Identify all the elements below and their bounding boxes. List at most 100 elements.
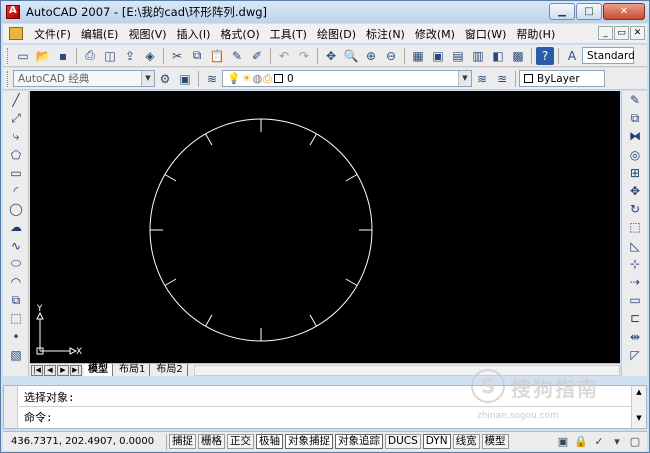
markup-icon[interactable]: ◧ bbox=[489, 47, 507, 65]
tab-model[interactable]: 模型 bbox=[84, 364, 113, 376]
tab-layout1[interactable]: 布局1 bbox=[115, 364, 151, 376]
communication-center-icon[interactable]: ▣ bbox=[555, 434, 571, 449]
help-icon[interactable]: ? bbox=[536, 46, 554, 65]
insert-block-icon[interactable]: ⧉ bbox=[6, 291, 26, 309]
otrack-toggle[interactable]: 对象追踪 bbox=[335, 434, 383, 449]
doc-close-button[interactable]: ✕ bbox=[630, 26, 645, 40]
command-window-grip[interactable] bbox=[4, 386, 18, 428]
ortho-toggle[interactable]: 正交 bbox=[227, 434, 254, 449]
close-button[interactable]: ✕ bbox=[603, 3, 645, 20]
ducs-toggle[interactable]: DUCS bbox=[385, 434, 421, 449]
scroll-down-icon[interactable]: ▼ bbox=[632, 412, 646, 425]
publish-web-icon[interactable]: ◈ bbox=[141, 47, 159, 65]
array-icon[interactable]: ⊞ bbox=[625, 164, 645, 182]
cut-icon[interactable]: ✂ bbox=[168, 47, 186, 65]
menu-modify[interactable]: 修改(M) bbox=[410, 26, 460, 42]
new-file-icon[interactable]: ▭ bbox=[14, 47, 32, 65]
undo-icon[interactable]: ↶ bbox=[275, 47, 293, 65]
doc-restore-button[interactable]: ▭ bbox=[614, 26, 629, 40]
design-center-icon[interactable]: ▣ bbox=[429, 47, 447, 65]
drawing-area[interactable]: X Y bbox=[30, 91, 620, 363]
toolbar-grip[interactable] bbox=[7, 47, 10, 64]
tool-palettes-icon[interactable]: ▤ bbox=[449, 47, 467, 65]
rectangle-icon[interactable]: ▭ bbox=[6, 164, 26, 182]
redo-icon[interactable]: ↷ bbox=[295, 47, 313, 65]
construction-line-icon[interactable]: ⤢ bbox=[6, 109, 26, 127]
copy-icon[interactable]: ⧉ bbox=[188, 47, 206, 65]
save-icon[interactable]: ▪ bbox=[54, 47, 72, 65]
block-editor-icon[interactable]: ✐ bbox=[248, 47, 266, 65]
menu-tools[interactable]: 工具(T) bbox=[265, 26, 312, 42]
publish-icon[interactable]: ⇪ bbox=[121, 47, 139, 65]
workspace-settings-icon[interactable]: ⚙ bbox=[156, 70, 174, 88]
coordinate-readout[interactable]: 436.7371, 202.4907, 0.0000 bbox=[3, 433, 167, 450]
array-tick-line[interactable] bbox=[309, 133, 317, 146]
lineweight-toggle[interactable]: 线宽 bbox=[452, 434, 480, 449]
make-block-icon[interactable]: ⬚ bbox=[6, 309, 26, 327]
clean-screen-icon[interactable]: ▢ bbox=[627, 434, 643, 449]
maximize-button[interactable]: □ bbox=[576, 3, 602, 20]
dyn-toggle[interactable]: DYN bbox=[422, 434, 451, 449]
menu-format[interactable]: 格式(O) bbox=[215, 26, 264, 42]
chamfer-icon[interactable]: ⇹ bbox=[625, 327, 645, 345]
break-icon[interactable]: ▭ bbox=[625, 291, 645, 309]
match-properties-icon[interactable]: ✎ bbox=[228, 47, 246, 65]
osnap-toggle[interactable]: 对象捕捉 bbox=[285, 434, 333, 449]
array-tick-line[interactable] bbox=[205, 314, 213, 327]
zoom-previous-icon[interactable]: ⊖ bbox=[382, 47, 400, 65]
model-toggle[interactable]: 模型 bbox=[481, 434, 509, 449]
doc-minimize-button[interactable]: _ bbox=[598, 26, 613, 40]
ellipse-icon[interactable]: ⬭ bbox=[6, 255, 26, 273]
chevron-down-icon[interactable]: ▾ bbox=[609, 434, 625, 449]
save-workspace-icon[interactable]: ▣ bbox=[176, 70, 194, 88]
autocad-app-icon[interactable] bbox=[6, 5, 20, 19]
document-icon[interactable] bbox=[9, 27, 23, 40]
command-scrollbar[interactable]: ▲ ▼ bbox=[631, 386, 646, 428]
print-preview-icon[interactable]: ◫ bbox=[101, 47, 119, 65]
array-tick-line[interactable] bbox=[164, 174, 177, 182]
array-tick-line[interactable] bbox=[164, 278, 177, 286]
grid-toggle[interactable]: 栅格 bbox=[198, 434, 225, 449]
scroll-up-icon[interactable]: ▲ bbox=[632, 386, 646, 399]
polar-toggle[interactable]: 极轴 bbox=[256, 434, 283, 449]
menu-view[interactable]: 视图(V) bbox=[123, 26, 171, 42]
rotate-icon[interactable]: ↻ bbox=[625, 200, 645, 218]
text-style-combo[interactable]: Standard bbox=[582, 47, 635, 64]
zoom-realtime-icon[interactable]: 🔍 bbox=[342, 47, 360, 65]
text-style-icon[interactable]: A bbox=[563, 47, 581, 65]
command-prompt[interactable]: 命令: bbox=[24, 409, 53, 425]
print-icon[interactable]: ⎙ bbox=[81, 47, 99, 65]
join-icon[interactable]: ⊏ bbox=[625, 309, 645, 327]
array-tick-line[interactable] bbox=[345, 278, 358, 286]
tab-layout2[interactable]: 布局2 bbox=[152, 364, 188, 376]
layer-previous-icon[interactable]: ≊ bbox=[493, 70, 511, 88]
menu-file[interactable]: 文件(F) bbox=[29, 26, 76, 42]
sheet-set-icon[interactable]: ▥ bbox=[469, 47, 487, 65]
revision-cloud-icon[interactable]: ☁ bbox=[6, 218, 26, 236]
layer-manager-icon[interactable]: ≋ bbox=[203, 70, 221, 88]
extend-icon[interactable]: ⇢ bbox=[625, 273, 645, 291]
circle-icon[interactable]: ◯ bbox=[6, 200, 26, 218]
point-icon[interactable]: • bbox=[6, 327, 26, 345]
lock-icon[interactable]: 🔒 bbox=[573, 434, 589, 449]
properties-icon[interactable]: ▦ bbox=[409, 47, 427, 65]
polyline-icon[interactable]: ⤷ bbox=[6, 127, 26, 145]
offset-icon[interactable]: ◎ bbox=[625, 146, 645, 164]
menu-edit[interactable]: 编辑(E) bbox=[76, 26, 124, 42]
scroll-track[interactable] bbox=[632, 399, 646, 412]
menu-help[interactable]: 帮助(H) bbox=[511, 26, 560, 42]
menu-insert[interactable]: 插入(I) bbox=[172, 26, 216, 42]
pan-icon[interactable]: ✥ bbox=[322, 47, 340, 65]
tab-nav-next[interactable]: ▶ bbox=[57, 364, 69, 376]
menu-window[interactable]: 窗口(W) bbox=[460, 26, 511, 42]
hatch-icon[interactable]: ▧ bbox=[6, 346, 26, 364]
paste-icon[interactable]: 📋 bbox=[208, 47, 226, 65]
array-circle[interactable] bbox=[149, 118, 373, 342]
copy-object-icon[interactable]: ⧉ bbox=[625, 109, 645, 127]
minimize-button[interactable]: ▁ bbox=[549, 3, 575, 20]
workspace-combo[interactable]: AutoCAD 经典 ▼ bbox=[13, 70, 155, 87]
erase-icon[interactable]: ✎ bbox=[625, 91, 645, 109]
horizontal-scrollbar[interactable] bbox=[193, 364, 620, 376]
make-object-layer-current-icon[interactable]: ≋ bbox=[473, 70, 491, 88]
arc-icon[interactable]: ◜ bbox=[6, 182, 26, 200]
